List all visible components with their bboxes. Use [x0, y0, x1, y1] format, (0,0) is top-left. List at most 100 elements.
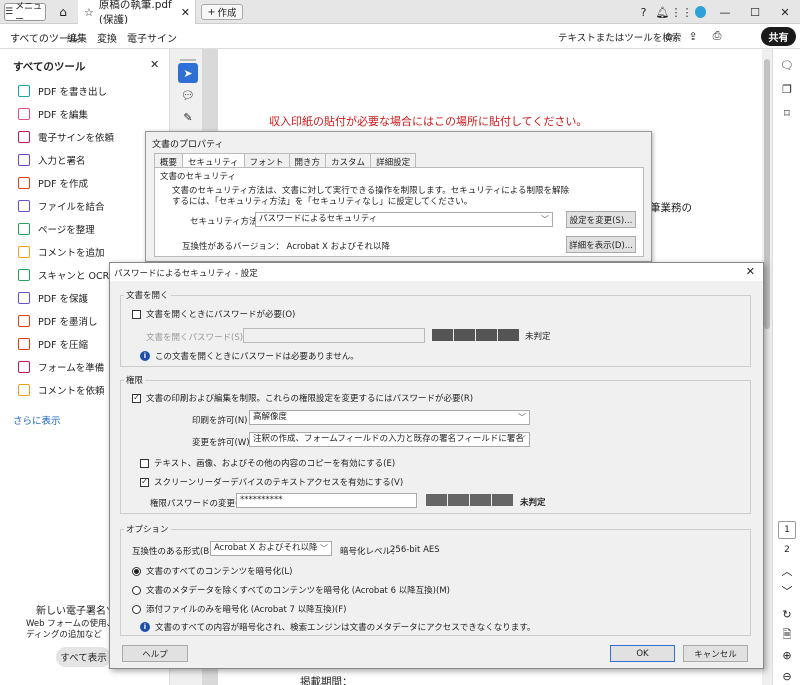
- menu-edit[interactable]: 編集: [67, 30, 87, 45]
- sidebar-tool-item[interactable]: スキャンと OCR: [18, 268, 109, 282]
- star-icon[interactable]: ☆: [84, 6, 94, 19]
- pen-icon[interactable]: ✎: [178, 107, 198, 127]
- menu-esign[interactable]: 電子サイン: [127, 30, 177, 45]
- close-tab-icon[interactable]: ✕: [181, 6, 190, 19]
- encrypt-attachments-row[interactable]: 添付ファイルのみを暗号化 (Acrobat 7 以降互換)(F): [132, 603, 346, 615]
- page-number-next[interactable]: 2: [778, 541, 796, 559]
- zoom-in-icon[interactable]: ⊕: [779, 647, 795, 663]
- show-all-button[interactable]: すべて表示: [56, 647, 111, 667]
- permissions-password-strength: [426, 494, 513, 506]
- create-button[interactable]: + 作成: [201, 4, 243, 20]
- comments-panel-icon[interactable]: 🗨︎: [779, 57, 795, 73]
- sidebar-tool-item[interactable]: 入力と署名: [18, 153, 86, 167]
- require-open-password[interactable]: 文書を開くときにパスワードが必要(O): [132, 308, 295, 320]
- encrypt-except-meta-radio[interactable]: [132, 585, 141, 595]
- stamp-notice-text: 収入印紙の貼付が必要な場合にはこの場所に貼付してください。: [269, 115, 588, 128]
- enable-copy-row[interactable]: テキスト、画像、およびその他の内容のコピーを有効にする(E): [140, 457, 395, 469]
- pwd-title-bar: パスワードによるセキュリティ - 設定 ✕: [110, 263, 763, 281]
- changes-allowed-select[interactable]: 注釈の作成、フォームフィールドの入力と既存の署名フィールドに署名 ﹀: [249, 432, 530, 447]
- open-info-text: この文書を開くときにパスワードは必要ありません。: [155, 352, 359, 362]
- encrypt-except-meta-label: 文書のメタデータを除くすべてのコンテンツを暗号化 (Acrobat 6 以降互換…: [146, 586, 450, 596]
- maximize-icon[interactable]: ☐: [740, 6, 770, 19]
- sidebar-tool-item[interactable]: フォームを準備: [18, 360, 104, 374]
- encrypt-all-radio[interactable]: [132, 566, 141, 576]
- compat-format-select[interactable]: Acrobat X およびそれ以降 ﹀: [210, 541, 332, 556]
- sidebar-tool-item[interactable]: PDF を墨消し: [18, 314, 98, 328]
- chevron-down-icon: ﹀: [518, 413, 526, 422]
- sidebar-tool-item[interactable]: 電子サインを依頼: [18, 130, 114, 144]
- sidebar-tool-item[interactable]: PDF を書き出し: [18, 84, 107, 98]
- zoom-out-icon[interactable]: ⊖: [779, 668, 795, 684]
- share-button[interactable]: 共有: [761, 27, 796, 46]
- file-info-icon[interactable]: 🗎︎: [779, 627, 795, 643]
- help-button[interactable]: ヘルプ: [122, 645, 188, 662]
- menu-convert[interactable]: 変換: [97, 30, 117, 45]
- document-tab[interactable]: ☆ 原稿の執筆.pdf (保護) ✕: [78, 0, 196, 26]
- close-window-icon[interactable]: ✕: [770, 6, 800, 19]
- changes-allowed-value: 注釈の作成、フォームフィールドの入力と既存の署名フィールドに署名: [253, 434, 524, 444]
- open-password-rating: 未判定: [525, 332, 551, 342]
- sidebar-tool-label: コメントを追加: [38, 248, 105, 259]
- apps-grid-icon[interactable]: ⋮⋮: [671, 6, 693, 19]
- chevron-down-icon[interactable]: ﹀: [779, 583, 795, 599]
- avatar[interactable]: [691, 6, 710, 18]
- home-icon[interactable]: ⌂: [54, 3, 72, 21]
- sidebar-tool-label: 電子サインを依頼: [38, 133, 115, 144]
- sidebar-tool-item[interactable]: PDF を編集: [18, 107, 88, 121]
- select-cursor-icon[interactable]: ➤: [178, 63, 198, 83]
- enable-copy-checkbox[interactable]: [140, 458, 149, 468]
- print-allowed-select[interactable]: 高解像度 ﹀: [249, 410, 530, 425]
- comment-icon[interactable]: 💬︎: [178, 85, 198, 105]
- restrict-edit-row[interactable]: ✓ 文書の印刷および編集を制限。これらの権限設定を変更するにはパスワードが必要(R…: [132, 392, 473, 404]
- pwd-dialog-title: パスワードによるセキュリティ - 設定: [114, 269, 258, 279]
- encrypt-attachments-radio[interactable]: [132, 604, 141, 614]
- info-icon: i: [140, 351, 150, 361]
- tool-strip-grip[interactable]: [180, 59, 196, 61]
- close-sidebar-icon[interactable]: ✕: [150, 58, 159, 71]
- show-details-button[interactable]: 詳細を表示(D)...: [566, 236, 636, 253]
- tool-icon: [18, 131, 30, 143]
- open-document-legend: 文書を開く: [124, 289, 171, 301]
- save-icon[interactable]: ▫: [660, 28, 678, 44]
- screen-reader-checkbox[interactable]: ✓: [140, 477, 149, 487]
- chevron-down-icon: ﹀: [541, 215, 549, 224]
- bell-icon[interactable]: 🔔︎: [653, 6, 672, 19]
- encrypt-all-row[interactable]: 文書のすべてのコンテンツを暗号化(L): [132, 565, 292, 577]
- page-number-current[interactable]: 1: [778, 521, 796, 539]
- sidebar-tool-label: ファイルを結合: [38, 202, 105, 213]
- sidebar-tool-item[interactable]: コメントを追加: [18, 245, 105, 259]
- help-icon[interactable]: ?: [634, 6, 653, 19]
- encrypt-except-meta-row[interactable]: 文書のメタデータを除くすべてのコンテンツを暗号化 (Acrobat 6 以降互換…: [132, 584, 450, 596]
- scrollbar-thumb[interactable]: [764, 59, 770, 329]
- restrict-edit-checkbox[interactable]: ✓: [132, 393, 141, 403]
- security-method-select[interactable]: パスワードによるセキュリティ ﹀: [255, 212, 553, 227]
- sidebar-tool-item[interactable]: コメントを依頼: [18, 383, 105, 397]
- encrypt-attachments-label: 添付ファイルのみを暗号化 (Acrobat 7 以降互換)(F): [146, 605, 347, 615]
- close-dialog-icon[interactable]: ✕: [746, 265, 755, 278]
- sidebar-tool-item[interactable]: ファイルを結合: [18, 199, 105, 213]
- minimize-icon[interactable]: —: [710, 6, 740, 19]
- upload-icon[interactable]: ⇪: [684, 28, 702, 44]
- show-more-link[interactable]: さらに表示: [13, 413, 61, 427]
- pages-panel-icon[interactable]: ❐: [779, 81, 795, 97]
- chevron-up-icon[interactable]: ︿: [779, 563, 795, 579]
- screen-reader-row[interactable]: ✓ スクリーンリーダーデバイスのテキストアクセスを有効にする(V): [140, 476, 403, 488]
- refresh-icon[interactable]: ↻: [779, 606, 795, 622]
- print-icon[interactable]: ⎙: [708, 28, 726, 44]
- open-password-input[interactable]: [243, 328, 425, 343]
- permissions-password-input[interactable]: **********: [236, 493, 417, 508]
- ok-button[interactable]: OK: [610, 645, 675, 662]
- require-open-checkbox[interactable]: [132, 309, 141, 319]
- tool-icon: [18, 338, 30, 350]
- bookmarks-panel-icon[interactable]: ⌑: [779, 105, 795, 121]
- security-description: 文書のセキュリティ方法は、文書に対して実行できる操作を制限します。セキュリティに…: [172, 186, 569, 208]
- sidebar-tool-label: PDF を書き出し: [38, 87, 108, 98]
- sidebar-tool-label: スキャンと OCR: [38, 271, 110, 282]
- change-settings-button[interactable]: 設定を変更(S)...: [566, 211, 636, 228]
- sidebar-tool-item[interactable]: PDF を作成: [18, 176, 88, 190]
- sidebar-tool-item[interactable]: PDF を保護: [18, 291, 88, 305]
- sidebar-tool-item[interactable]: PDF を圧縮: [18, 337, 88, 351]
- cancel-button[interactable]: キャンセル: [683, 645, 748, 662]
- sidebar-tool-item[interactable]: ページを整理: [18, 222, 95, 236]
- menu-button[interactable]: ☰ メニュー: [4, 2, 46, 25]
